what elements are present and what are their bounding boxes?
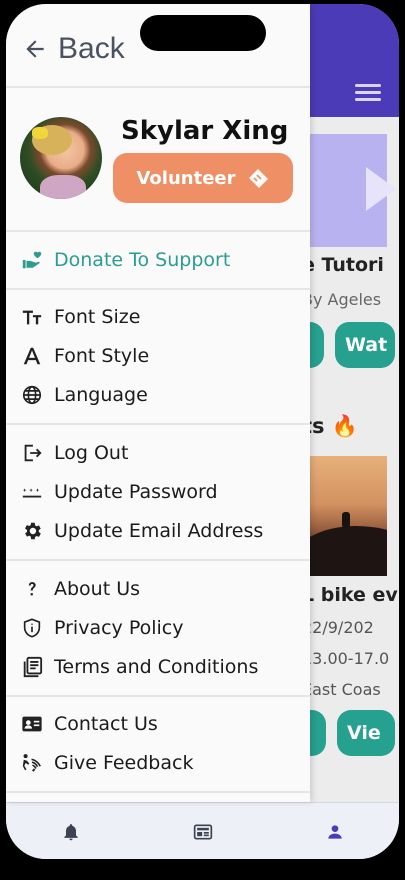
divider bbox=[6, 86, 310, 88]
feedback-icon bbox=[20, 751, 44, 775]
language-label: Language bbox=[54, 384, 148, 406]
divider bbox=[6, 230, 310, 232]
divider bbox=[6, 695, 310, 697]
tutorial-title: e Tutori bbox=[302, 254, 384, 276]
role-label: Volunteer bbox=[136, 167, 236, 189]
volunteer-button[interactable]: Volunteer bbox=[113, 153, 293, 203]
watch-button[interactable]: Wat bbox=[335, 322, 395, 368]
side-drawer: Back Skylar Xing Volunteer Donate To Sup… bbox=[6, 4, 310, 802]
bottom-navigation bbox=[6, 802, 399, 859]
password-icon bbox=[20, 480, 44, 504]
give-feedback-menu-item[interactable]: Give Feedback bbox=[20, 748, 193, 778]
handshake-heart-icon bbox=[248, 169, 268, 188]
contact-card-icon bbox=[20, 712, 44, 736]
section-title: ts 🔥 bbox=[302, 414, 359, 438]
question-icon bbox=[20, 577, 44, 601]
font-style-label: Font Style bbox=[54, 345, 150, 367]
font-size-icon bbox=[20, 305, 44, 329]
logout-menu-item[interactable]: Log Out bbox=[20, 438, 128, 468]
divider bbox=[6, 791, 310, 793]
logout-icon bbox=[20, 441, 44, 465]
hamburger-menu-icon[interactable] bbox=[355, 84, 381, 102]
back-label: Back bbox=[58, 32, 125, 65]
divider bbox=[6, 423, 310, 425]
privacy-policy-label: Privacy Policy bbox=[54, 617, 184, 639]
newspaper-icon[interactable] bbox=[192, 821, 214, 843]
back-button[interactable]: Back bbox=[22, 32, 125, 66]
font-size-label: Font Size bbox=[54, 306, 141, 328]
event-place: East Coas bbox=[302, 680, 381, 699]
divider bbox=[6, 288, 310, 290]
gear-icon bbox=[20, 519, 44, 543]
language-menu-item[interactable]: Language bbox=[20, 380, 148, 410]
update-password-menu-item[interactable]: Update Password bbox=[20, 477, 218, 507]
font-style-menu-item[interactable]: Font Style bbox=[20, 341, 149, 371]
contact-us-label: Contact Us bbox=[54, 713, 158, 735]
hand-heart-icon bbox=[20, 248, 44, 272]
font-size-menu-item[interactable]: Font Size bbox=[20, 302, 140, 332]
play-icon bbox=[366, 167, 396, 211]
donate-label: Donate To Support bbox=[54, 249, 231, 271]
user-name: Skylar Xing bbox=[121, 116, 289, 146]
privacy-policy-menu-item[interactable]: Privacy Policy bbox=[20, 613, 183, 643]
bell-icon[interactable] bbox=[60, 821, 82, 843]
donate-menu-item[interactable]: Donate To Support bbox=[20, 245, 230, 275]
event-photo[interactable] bbox=[302, 456, 387, 576]
event-title: L bike ev bbox=[302, 584, 398, 606]
shield-icon bbox=[20, 616, 44, 640]
update-email-menu-item[interactable]: Update Email Address bbox=[20, 516, 263, 546]
event-date: 22/9/202 bbox=[302, 618, 374, 637]
person-icon[interactable] bbox=[324, 821, 346, 843]
terms-menu-item[interactable]: Terms and Conditions bbox=[20, 652, 258, 682]
update-password-label: Update Password bbox=[54, 481, 218, 503]
document-list-icon bbox=[20, 655, 44, 679]
about-us-menu-item[interactable]: About Us bbox=[20, 574, 140, 604]
screen: e Tutori By Ageles Wat ts 🔥 L bike ev 22… bbox=[6, 4, 399, 859]
terms-label: Terms and Conditions bbox=[54, 656, 259, 678]
update-email-label: Update Email Address bbox=[54, 520, 264, 542]
camera-notch bbox=[140, 15, 266, 51]
contact-us-menu-item[interactable]: Contact Us bbox=[20, 709, 158, 739]
divider bbox=[6, 559, 310, 561]
about-us-label: About Us bbox=[54, 578, 141, 600]
view-button[interactable]: Vie bbox=[337, 710, 395, 756]
logout-label: Log Out bbox=[54, 442, 129, 464]
give-feedback-label: Give Feedback bbox=[54, 752, 194, 774]
event-time: 13.00-17.0 bbox=[302, 649, 390, 668]
globe-icon bbox=[20, 383, 44, 407]
phone-frame: e Tutori By Ageles Wat ts 🔥 L bike ev 22… bbox=[0, 0, 405, 880]
arrow-left-icon bbox=[26, 40, 44, 58]
avatar bbox=[20, 117, 102, 199]
font-style-icon bbox=[20, 344, 44, 368]
tutorial-author: By Ageles bbox=[302, 290, 382, 309]
